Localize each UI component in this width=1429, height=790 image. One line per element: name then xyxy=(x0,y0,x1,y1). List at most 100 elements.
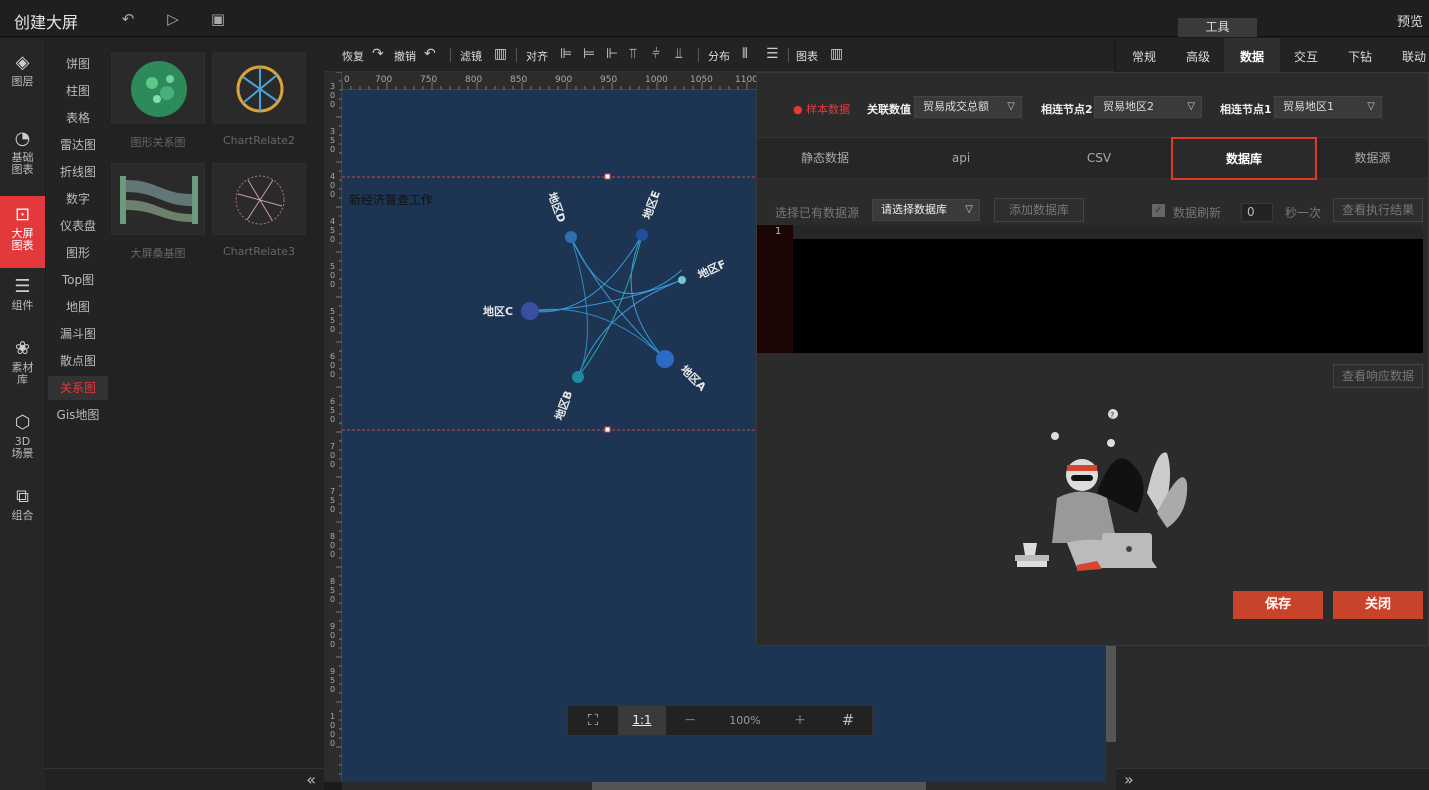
cat-line[interactable]: 折线图 xyxy=(48,160,108,184)
ruler-label: 1 xyxy=(330,712,335,721)
align-center-icon[interactable]: ⊨ xyxy=(583,46,595,62)
horizontal-scroll-thumb[interactable] xyxy=(592,782,926,790)
cat-pie[interactable]: 饼图 xyxy=(48,52,108,76)
align-left-icon[interactable]: ⊫ xyxy=(560,46,572,62)
cat-bar[interactable]: 柱图 xyxy=(48,79,108,103)
left-bottom-bar: « xyxy=(45,768,324,790)
chart-button[interactable]: 图表 xyxy=(796,48,818,64)
database-select[interactable]: 请选择数据库 ▽ xyxy=(872,199,980,221)
node1-select[interactable]: 贸易地区1 ▽ xyxy=(1274,96,1382,118)
nav-3d-scene[interactable]: ⬡ 3D 场景 xyxy=(0,412,45,460)
save-icon[interactable]: ▣ xyxy=(209,10,227,28)
distribute-vertical-icon[interactable]: ☰ xyxy=(766,46,779,62)
tab-linkage[interactable]: 联动 xyxy=(1402,48,1426,65)
distribute-button[interactable]: 分布 xyxy=(708,48,730,64)
close-button[interactable]: 关闭 xyxy=(1333,591,1423,619)
tab-general[interactable]: 常规 xyxy=(1132,48,1156,65)
thumb-chartrelate3[interactable] xyxy=(212,163,306,235)
align-middle-icon[interactable]: ⫩ xyxy=(652,46,660,62)
vertical-scroll-thumb[interactable] xyxy=(1106,640,1116,742)
redo-icon[interactable]: ↷ xyxy=(372,46,384,62)
tab-static-data[interactable]: 静态数据 xyxy=(757,138,893,178)
refresh-interval-input[interactable]: 0 xyxy=(1241,203,1273,222)
node-region-e[interactable] xyxy=(636,229,648,241)
ruler-label: 9 xyxy=(330,622,335,631)
ruler-label: 9 xyxy=(330,667,335,676)
ruler-label: 0 xyxy=(330,181,335,190)
node-region-b[interactable] xyxy=(572,371,584,383)
save-button[interactable]: 保存 xyxy=(1233,591,1323,619)
undo-icon[interactable]: ↶ xyxy=(424,46,436,62)
view-response-button[interactable]: 查看响应数据 xyxy=(1333,364,1423,388)
category-list: 饼图 柱图 表格 雷达图 折线图 数字 仪表盘 图形 Top图 地图 漏斗图 散… xyxy=(46,38,109,768)
nav-layers[interactable]: ◈ 图层 xyxy=(0,52,45,88)
cat-number[interactable]: 数字 xyxy=(48,187,108,211)
nav-components[interactable]: ☰ 组件 xyxy=(0,276,45,312)
preview-button[interactable]: 预览 xyxy=(1397,11,1423,30)
cat-top[interactable]: Top图 xyxy=(48,268,108,292)
grid-icon[interactable]: # xyxy=(824,706,872,735)
tab-interaction[interactable]: 交互 xyxy=(1294,48,1318,65)
cat-funnel[interactable]: 漏斗图 xyxy=(48,322,108,346)
node-label: 地区D xyxy=(545,190,569,224)
align-right-icon[interactable]: ⊩ xyxy=(606,46,618,62)
nav-assets[interactable]: ❀ 素材库 xyxy=(0,338,45,386)
node-region-c[interactable] xyxy=(521,302,539,320)
zoom-in-button[interactable]: + xyxy=(776,706,824,735)
play-icon[interactable]: ▷ xyxy=(164,10,182,28)
align-button[interactable]: 对齐 xyxy=(526,48,548,64)
align-top-icon[interactable]: ⫪ xyxy=(629,46,637,62)
ruler-label: 900 xyxy=(555,75,572,85)
filter-chart-icon[interactable]: ▥ xyxy=(494,46,507,62)
tab-api[interactable]: api xyxy=(893,138,1029,178)
distribute-horizontal-icon[interactable]: ⫴ xyxy=(742,46,748,62)
nav-basic-charts[interactable]: ◔ 基础 图表 xyxy=(0,128,45,176)
cat-shape[interactable]: 图形 xyxy=(48,241,108,265)
ruler-label: 0 xyxy=(330,631,335,640)
tab-database[interactable]: 数据库 xyxy=(1171,137,1317,180)
nav-group[interactable]: ⧉ 组合 xyxy=(0,486,45,522)
thumb-graph-relation[interactable] xyxy=(111,52,205,124)
tab-advanced[interactable]: 高级 xyxy=(1186,48,1210,65)
back-icon[interactable]: ↶ xyxy=(119,10,137,28)
cat-relation[interactable]: 关系图 xyxy=(48,376,108,400)
chart-icon[interactable]: ▥ xyxy=(830,46,843,62)
empty-state-illustration: ? xyxy=(1015,409,1188,571)
ratio-1to1-button[interactable]: 1:1 xyxy=(618,706,666,735)
assoc-value-select[interactable]: 贸易成交总额 ▽ xyxy=(914,96,1022,118)
collapse-left-icon[interactable]: « xyxy=(306,770,316,789)
cat-radar[interactable]: 雷达图 xyxy=(48,133,108,157)
nav-big-screen-charts[interactable]: ⊡ 大屏 图表 xyxy=(0,196,45,268)
node-region-f[interactable] xyxy=(678,276,686,284)
zoom-out-button[interactable]: − xyxy=(666,706,714,735)
node-region-a[interactable] xyxy=(656,350,674,368)
thumb-chartrelate2[interactable] xyxy=(212,52,306,124)
cat-table[interactable]: 表格 xyxy=(48,106,108,130)
thumb-sankey[interactable] xyxy=(111,163,205,235)
fit-screen-icon[interactable]: ⛶ xyxy=(568,706,618,735)
ruler-label: 5 xyxy=(330,307,335,316)
add-database-button[interactable]: 添加数据库 xyxy=(994,198,1084,222)
tab-csv[interactable]: CSV xyxy=(1029,138,1169,178)
refresh-checkbox[interactable]: ✓ xyxy=(1152,204,1165,217)
sql-editor[interactable]: 1 xyxy=(757,225,1423,353)
node-region-d[interactable] xyxy=(565,231,577,243)
node2-select[interactable]: 贸易地区2 ▽ xyxy=(1094,96,1202,118)
tab-drilldown[interactable]: 下钻 xyxy=(1348,48,1372,65)
redo-button[interactable]: 恢复 xyxy=(342,48,364,64)
tab-datasource[interactable]: 数据源 xyxy=(1317,138,1428,178)
collapse-right-icon[interactable]: » xyxy=(1124,770,1134,789)
undo-button[interactable]: 撤销 xyxy=(394,48,416,64)
cat-map[interactable]: 地图 xyxy=(48,295,108,319)
tools-tab[interactable]: 工具 xyxy=(1178,18,1257,37)
filter-button[interactable]: 滤镜 xyxy=(460,48,482,64)
cat-gauge[interactable]: 仪表盘 xyxy=(48,214,108,238)
resize-handle-bottom[interactable] xyxy=(604,426,611,433)
resize-handle-top[interactable] xyxy=(604,173,611,180)
per-second-label: 秒一次 xyxy=(1285,206,1322,220)
cat-gis[interactable]: Gis地图 xyxy=(48,403,108,427)
cat-scatter[interactable]: 散点图 xyxy=(48,349,108,373)
tab-data[interactable]: 数据 xyxy=(1240,48,1264,65)
view-exec-result-button[interactable]: 查看执行结果 xyxy=(1333,198,1423,222)
align-bottom-icon[interactable]: ⫫ xyxy=(675,46,683,62)
